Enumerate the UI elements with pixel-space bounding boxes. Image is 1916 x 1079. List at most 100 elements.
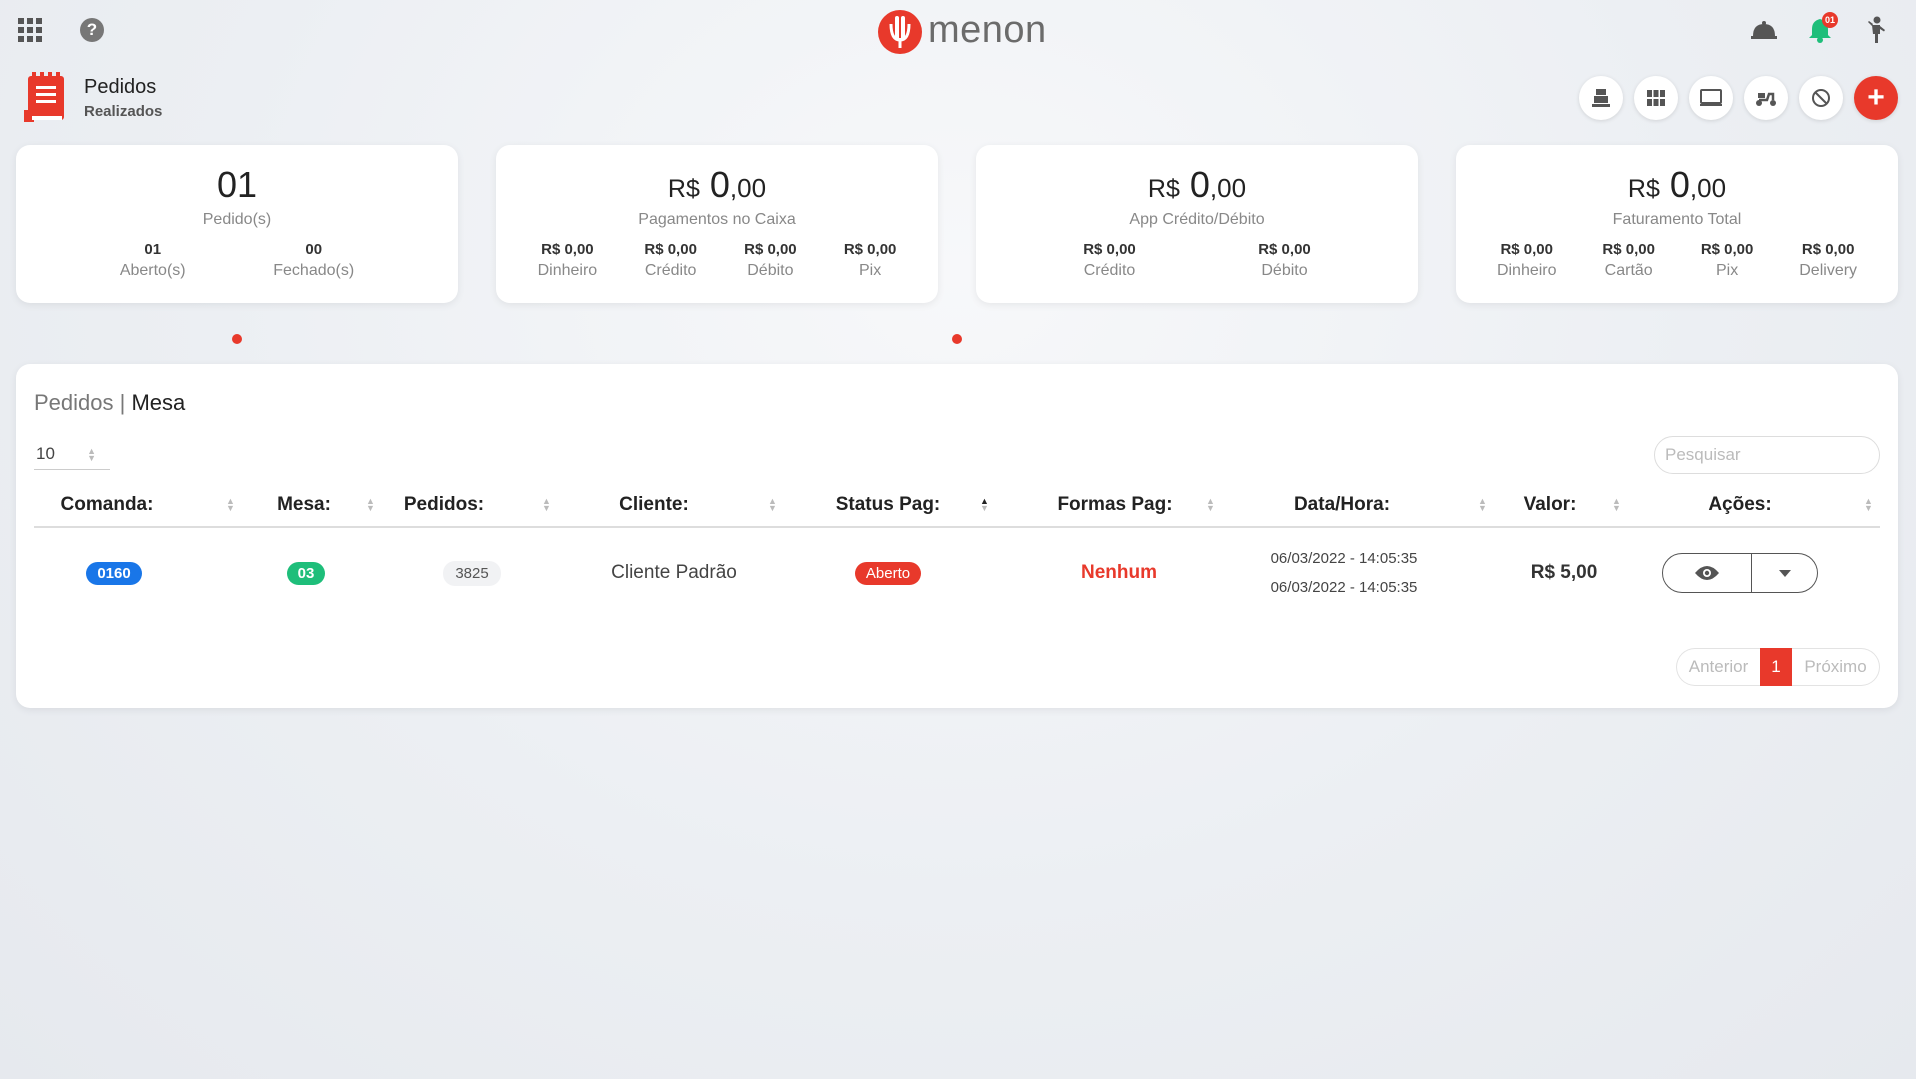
page-header: Pedidos Realizados	[22, 72, 162, 124]
credit-value: R$ 0,00	[644, 240, 697, 258]
app-debit-label: Débito	[1261, 261, 1308, 279]
cashier-total: R$ 0,00	[667, 164, 767, 205]
notification-badge: 01	[1822, 12, 1838, 28]
orders-table-panel: Pedidos | Mesa 10 ▲▼ Comanda: ▲▼ Mesa: ▲…	[16, 364, 1898, 708]
col-comanda[interactable]: Comanda:	[54, 484, 160, 526]
rev-card-label: Cartão	[1604, 261, 1653, 279]
status-badge: Aberto	[854, 561, 922, 585]
revenue-label: Faturamento Total	[1612, 210, 1742, 228]
eye-icon	[1695, 566, 1719, 580]
rev-cash-value: R$ 0,00	[1500, 240, 1553, 258]
actions-dropdown-button[interactable]	[1752, 553, 1818, 593]
sort-arrows-icon: ▲ ▼	[87, 446, 96, 463]
pagination: Anterior 1 Próximo	[1676, 648, 1880, 686]
mesa-badge[interactable]: 03	[286, 561, 326, 585]
sort-icon[interactable]: ▲ ▼	[768, 497, 777, 513]
cloche-icon[interactable]	[1748, 14, 1780, 46]
col-valor[interactable]: Valor:	[1500, 484, 1600, 526]
rev-card-value: R$ 0,00	[1602, 240, 1655, 258]
debit-label: Débito	[747, 261, 794, 279]
comanda-badge[interactable]: 0160	[86, 561, 142, 585]
panel-title: Pedidos | Mesa	[34, 390, 186, 415]
person-icon[interactable]	[1860, 14, 1892, 46]
cash-value: R$ 0,00	[541, 240, 594, 258]
page-size-select[interactable]: 10 ▲ ▼	[34, 438, 110, 470]
sort-icon[interactable]: ▲ ▼	[1612, 497, 1621, 513]
carousel-dot[interactable]	[952, 334, 962, 344]
scooter-icon	[1756, 92, 1776, 106]
cashier-label: Pagamentos no Caixa	[638, 210, 796, 228]
rev-delivery-label: Delivery	[1799, 261, 1858, 279]
apps-grid-icon[interactable]	[18, 18, 42, 42]
screen-button[interactable]	[1689, 76, 1733, 120]
app-total: R$ 0,00	[1147, 164, 1247, 205]
sort-icon[interactable]: ▲ ▼	[1864, 497, 1873, 513]
orders-card: 01 Pedido(s) 01 Aberto(s) 00 Fechado(s)	[16, 145, 458, 303]
sort-icon[interactable]: ▲ ▼	[1478, 497, 1487, 513]
pix-value: R$ 0,00	[843, 240, 897, 258]
grid-icon	[1647, 90, 1665, 106]
orders-label: Pedido(s)	[202, 210, 272, 228]
cash-register-icon	[1592, 89, 1610, 107]
col-acoes[interactable]: Ações:	[1680, 484, 1800, 526]
prev-page-button[interactable]: Anterior	[1676, 648, 1760, 686]
payment-method: Nenhum	[1081, 562, 1157, 583]
sort-asc-icon[interactable]: ▲ ▼	[980, 497, 989, 513]
rev-pix-label: Pix	[1715, 261, 1739, 279]
table-row[interactable]: 0160 03 3825 Cliente Padrão Aberto Nenhu…	[34, 530, 1880, 616]
carousel-dot[interactable]	[232, 334, 242, 344]
block-icon	[1812, 89, 1830, 107]
table-header: Comanda: ▲ ▼ Mesa: ▲ ▼ Pedidos: ▲ ▼ Cliente…	[34, 484, 1880, 528]
sort-icon[interactable]: ▲ ▼	[366, 497, 375, 513]
col-cliente[interactable]: Cliente:	[594, 484, 714, 526]
app-debit-value: R$ 0,00	[1258, 240, 1311, 258]
revenue-total: R$ 0,00	[1627, 164, 1727, 205]
col-mesa[interactable]: Mesa:	[254, 484, 354, 526]
revenue-card: R$ 0,00 Faturamento Total R$ 0,00 Dinheir…	[1456, 145, 1898, 303]
header-actions: +	[1579, 76, 1898, 120]
app-credit-value: R$ 0,00	[1083, 240, 1136, 258]
col-status[interactable]: Status Pag:	[816, 484, 960, 526]
closed-label: Fechado(s)	[273, 261, 355, 279]
order-value: R$ 5,00	[1530, 562, 1598, 583]
cashier-payments-card: R$ 0,00 Pagamentos no Caixa R$ 0,00 Dinhe…	[496, 145, 938, 303]
cashier-button[interactable]	[1579, 76, 1623, 120]
brand-logo: menon	[878, 10, 1047, 54]
help-icon[interactable]: ?	[80, 18, 104, 42]
pix-label: Pix	[859, 261, 882, 279]
delivery-button[interactable]	[1744, 76, 1788, 120]
col-data[interactable]: Data/Hora:	[1282, 484, 1402, 526]
caret-down-icon	[1778, 569, 1791, 577]
row-actions	[1652, 530, 1828, 616]
page-title: Pedidos	[84, 76, 157, 98]
debit-value: R$ 0,00	[744, 240, 797, 258]
add-order-button[interactable]: +	[1854, 76, 1898, 120]
rev-pix-value: R$ 0,00	[1700, 240, 1754, 258]
app-credit-label: Crédito	[1083, 261, 1136, 279]
app-label: App Crédito/Débito	[1129, 210, 1265, 228]
pedido-badge: 3825	[443, 560, 501, 586]
orders-count: 01	[216, 164, 258, 205]
app-payments-card: R$ 0,00 App Crédito/Débito R$ 0,00 Crédit…	[976, 145, 1418, 303]
plus-icon: +	[1867, 81, 1885, 114]
credit-label: Crédito	[644, 261, 697, 279]
sort-icon[interactable]: ▲ ▼	[1206, 497, 1215, 513]
page-1-button[interactable]: 1	[1760, 648, 1792, 686]
bell-icon[interactable]: 01	[1804, 12, 1838, 46]
monitor-icon	[1700, 89, 1722, 106]
top-bar: ? menon 01	[0, 0, 1916, 64]
next-page-button[interactable]: Próximo	[1792, 648, 1880, 686]
logo-text: menon	[928, 9, 1047, 51]
summary-cards: 01 Pedido(s) 01 Aberto(s) 00 Fechado(s) R$…	[16, 145, 1898, 303]
cancel-button[interactable]	[1799, 76, 1843, 120]
closed-count: 00	[305, 240, 323, 258]
sort-icon[interactable]: ▲ ▼	[542, 497, 551, 513]
sort-icon[interactable]: ▲ ▼	[226, 497, 235, 513]
col-pedidos[interactable]: Pedidos:	[384, 484, 504, 526]
search-input[interactable]	[1654, 436, 1880, 474]
view-button[interactable]	[1662, 553, 1752, 593]
col-formas[interactable]: Formas Pag:	[1028, 484, 1202, 526]
page-subtitle: Realizados	[84, 103, 163, 120]
tables-button[interactable]	[1634, 76, 1678, 120]
open-count: 01	[144, 240, 162, 258]
